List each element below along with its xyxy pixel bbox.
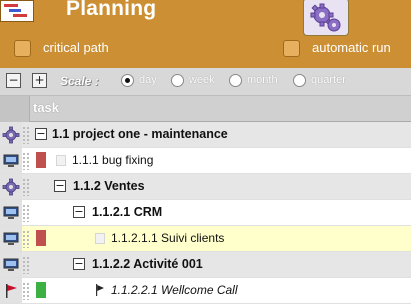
drag-handle[interactable] bbox=[22, 178, 30, 196]
task-grid-header: task bbox=[0, 96, 411, 122]
scale-day-label: day bbox=[139, 74, 157, 86]
run-planning-button[interactable] bbox=[303, 0, 349, 36]
computer-icon bbox=[0, 252, 22, 277]
critical-path-label: critical path bbox=[43, 40, 109, 55]
task-name: 1.1.1 bug fixing bbox=[72, 153, 154, 167]
gear-icon bbox=[0, 122, 22, 147]
task-name: 1.1.2.2.1 Wellcome Call bbox=[111, 283, 238, 297]
drag-handle[interactable] bbox=[22, 126, 30, 144]
collapse-toggle[interactable]: − bbox=[35, 128, 47, 140]
task-name: 1.1.2.2 Activité 001 bbox=[92, 257, 203, 271]
scale-quarter-label: quarter bbox=[311, 74, 346, 86]
collapse-toggle[interactable]: − bbox=[73, 206, 85, 218]
page-title: Planning bbox=[66, 0, 157, 20]
task-row[interactable]: − 1.1 project one - maintenance bbox=[0, 122, 411, 148]
gear-icon bbox=[0, 174, 22, 199]
task-row[interactable]: − 1.1.2.1 CRM bbox=[0, 200, 411, 226]
status-indicator bbox=[36, 152, 46, 168]
critical-path-checkbox[interactable] bbox=[14, 40, 31, 57]
task-row[interactable]: 1.1.2.1.1 Suivi clients bbox=[0, 226, 411, 252]
scale-toolbar: − + Scale : day week month quarter bbox=[0, 68, 411, 96]
collapse-toggle[interactable]: − bbox=[54, 180, 66, 192]
gantt-chart-icon bbox=[0, 0, 34, 22]
scale-month-radio[interactable] bbox=[229, 74, 242, 87]
computer-icon bbox=[0, 200, 22, 225]
scale-week-label: week bbox=[189, 74, 215, 86]
drag-handle[interactable] bbox=[22, 256, 30, 274]
scale-quarter-radio[interactable] bbox=[293, 74, 306, 87]
planning-header: Planning critical path automatic run bbox=[0, 0, 411, 68]
task-row[interactable]: 1.1.2.2.1 Wellcome Call bbox=[0, 278, 411, 304]
header-gutter bbox=[0, 96, 30, 122]
status-indicator bbox=[36, 230, 46, 246]
task-name: 1.1 project one - maintenance bbox=[52, 127, 228, 141]
drag-handle[interactable] bbox=[22, 230, 30, 248]
task-row[interactable]: 1.1.1 bug fixing bbox=[0, 148, 411, 174]
scale-day-radio[interactable] bbox=[121, 74, 134, 87]
computer-icon bbox=[0, 148, 22, 173]
status-indicator bbox=[36, 282, 46, 298]
drag-handle[interactable] bbox=[22, 282, 30, 300]
automatic-run-label: automatic run bbox=[312, 40, 391, 55]
task-row[interactable]: − 1.1.2 Ventes bbox=[0, 174, 411, 200]
task-doc-icon bbox=[56, 155, 66, 166]
drag-handle[interactable] bbox=[22, 152, 30, 170]
flag-icon bbox=[0, 278, 22, 303]
task-name: 1.1.2.1 CRM bbox=[92, 205, 163, 219]
collapse-toggle[interactable]: − bbox=[73, 258, 85, 270]
task-column-header[interactable]: task bbox=[33, 100, 59, 115]
expand-all-button[interactable]: + bbox=[32, 73, 47, 88]
task-name: 1.1.2 Ventes bbox=[73, 179, 145, 193]
gears-icon bbox=[310, 3, 341, 32]
task-doc-icon bbox=[95, 233, 105, 244]
task-row[interactable]: − 1.1.2.2 Activité 001 bbox=[0, 252, 411, 278]
collapse-all-button[interactable]: − bbox=[6, 73, 21, 88]
milestone-flag-icon bbox=[96, 284, 104, 296]
automatic-run-checkbox[interactable] bbox=[283, 40, 300, 57]
scale-label: Scale : bbox=[60, 74, 99, 88]
drag-handle[interactable] bbox=[22, 204, 30, 222]
computer-icon bbox=[0, 226, 22, 251]
scale-week-radio[interactable] bbox=[171, 74, 184, 87]
task-name: 1.1.2.1.1 Suivi clients bbox=[111, 231, 225, 245]
scale-month-label: month bbox=[247, 74, 278, 86]
